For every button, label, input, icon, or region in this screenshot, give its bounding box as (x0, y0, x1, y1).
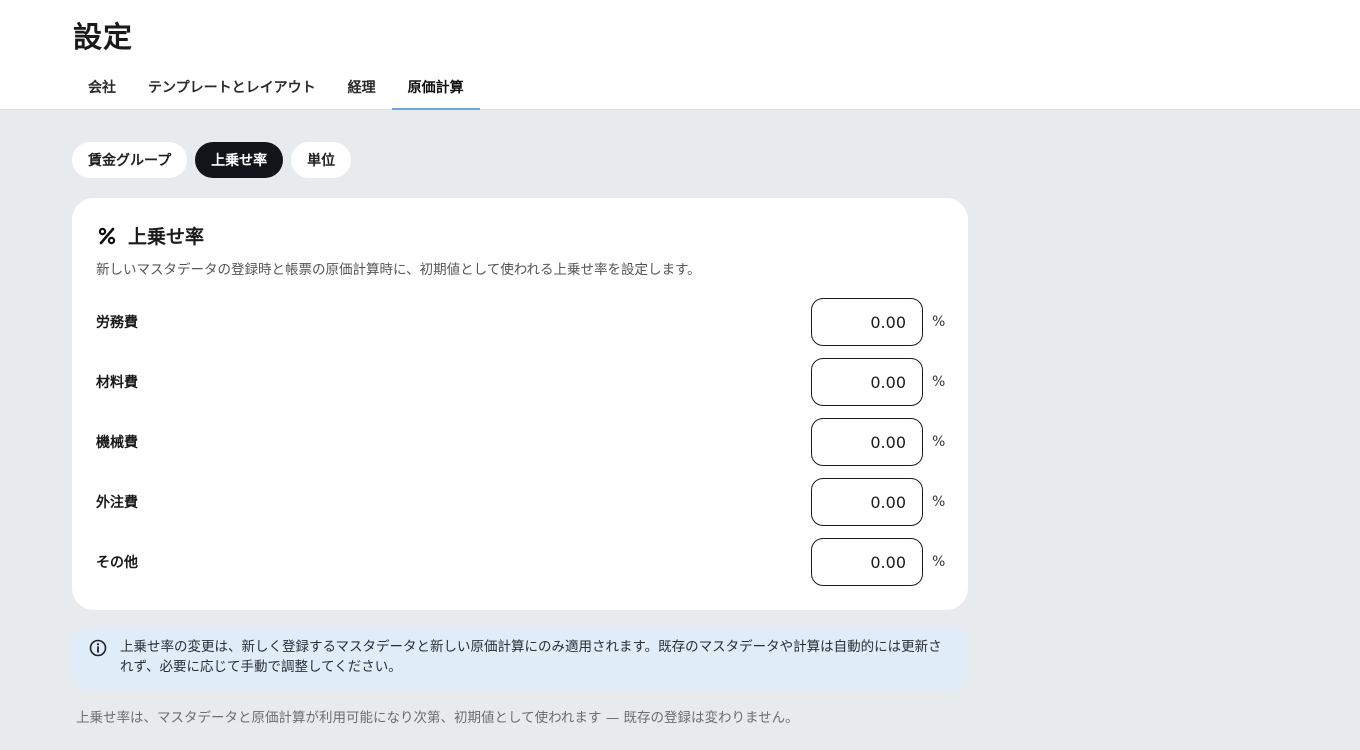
rate-label: 機械費 (96, 435, 138, 451)
rate-label: 外注費 (96, 495, 138, 511)
rate-row-other: その他 % (96, 538, 946, 586)
rate-label: 労務費 (96, 315, 138, 331)
costing-subtabs: 賃金グループ 上乗せ率 単位 (72, 142, 352, 178)
page-title: 設定 (73, 20, 134, 54)
other-rate-input[interactable] (811, 538, 923, 586)
info-notice: 上乗せ率の変更は、新しく登録するマスタデータと新しい原価計算にのみ適用されます。… (72, 627, 968, 689)
material-rate-input[interactable] (811, 358, 923, 406)
tab-templates-layout[interactable]: テンプレートとレイアウト (132, 66, 332, 110)
subtab-markup-rates[interactable]: 上乗せ率 (195, 142, 284, 178)
info-text: 上乗せ率の変更は、新しく登録するマスタデータと新しい原価計算にのみ適用されます。… (120, 639, 942, 675)
percent-unit: % (932, 374, 946, 390)
labor-rate-input[interactable] (811, 298, 923, 346)
rate-row-machine: 機械費 % (96, 418, 946, 466)
percent-unit: % (932, 314, 946, 330)
settings-header: 設定 会社 テンプレートとレイアウト 経理 原価計算 (0, 0, 1360, 110)
machine-rate-input[interactable] (811, 418, 923, 466)
rate-label: 材料費 (96, 375, 138, 391)
rate-row-subcontract: 外注費 % (96, 478, 946, 526)
footnote: 上乗せ率は、マスタデータと原価計算が利用可能になり次第、初期値として使われます … (76, 710, 799, 726)
rate-row-labor: 労務費 % (96, 298, 946, 346)
percent-icon (98, 227, 116, 244)
subtab-units[interactable]: 単位 (291, 142, 352, 178)
tab-costing[interactable]: 原価計算 (391, 66, 480, 110)
markup-card: 上乗せ率 新しいマスタデータの登録時と帳票の原価計算時に、初期値として使われる上… (72, 198, 968, 610)
tab-accounting[interactable]: 経理 (332, 66, 392, 110)
subtab-wage-groups[interactable]: 賃金グループ (72, 142, 188, 178)
tab-company[interactable]: 会社 (72, 66, 132, 110)
card-description: 新しいマスタデータの登録時と帳票の原価計算時に、初期値として使われる上乗せ率を設… (96, 262, 701, 278)
subcontract-rate-input[interactable] (811, 478, 923, 526)
rate-label: その他 (96, 555, 138, 571)
percent-unit: % (932, 494, 946, 510)
percent-unit: % (932, 434, 946, 450)
percent-unit: % (932, 554, 946, 570)
settings-tabs: 会社 テンプレートとレイアウト 経理 原価計算 (72, 66, 480, 110)
card-title: 上乗せ率 (128, 226, 205, 248)
rate-row-material: 材料費 % (96, 358, 946, 406)
info-icon (89, 639, 107, 657)
card-header: 上乗せ率 (96, 222, 204, 249)
